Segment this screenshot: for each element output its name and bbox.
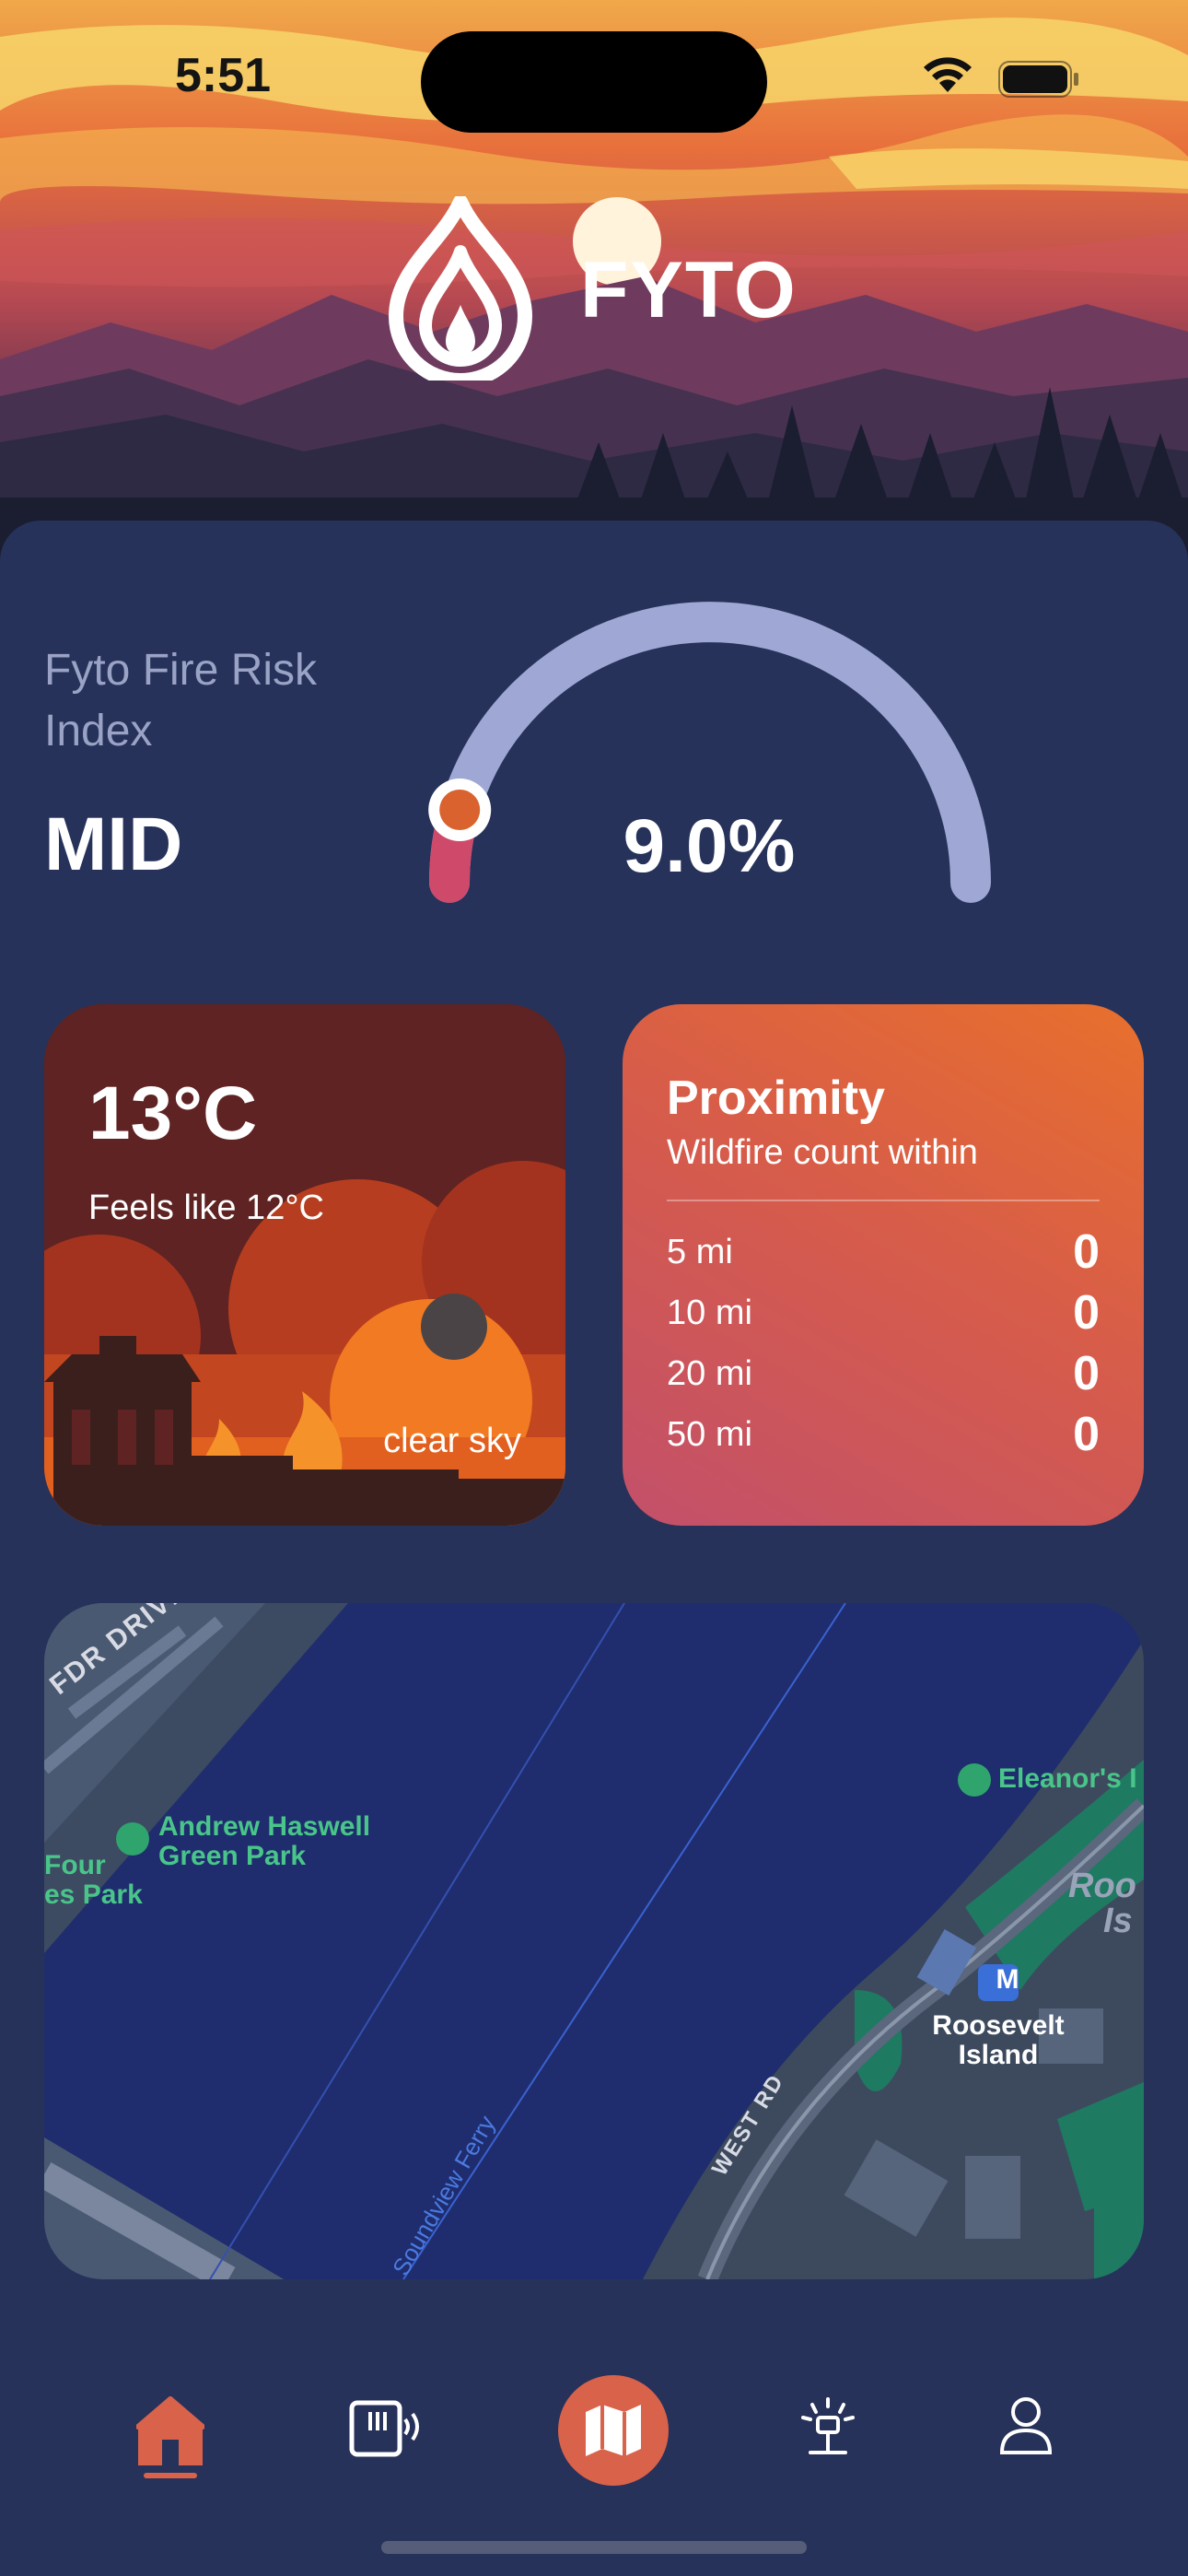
station-label-line2: Island [958,2040,1039,2070]
person-icon [999,2397,1053,2454]
gauge-indicator-dot [439,790,481,830]
proximity-row: 20 mi 0 [667,1343,1100,1404]
wildfire-count: 0 [1073,1225,1100,1279]
park-label-line2: Green Park [158,1841,307,1871]
proximity-subtitle: Wildfire count within [667,1133,978,1172]
weather-card[interactable]: 13°C Feels like 12°C clear sky [44,1004,565,1526]
proximity-row: 5 mi 0 [667,1222,1100,1282]
tab-sprinkler[interactable] [796,2395,860,2465]
proximity-row: 10 mi 0 [667,1282,1100,1343]
weather-description: clear sky [383,1422,521,1460]
area-label-line2: Is [1103,1902,1133,1940]
divider [667,1200,1100,1201]
distance-label: 5 mi [667,1232,733,1271]
tab-home[interactable] [135,2395,205,2483]
sprinkler-icon [801,2397,855,2454]
distance-label: 50 mi [667,1414,752,1454]
hero-banner: 5:51 FYTO [0,0,1188,590]
wildfire-count: 0 [1073,1286,1100,1340]
tab-sensor[interactable] [348,2395,424,2465]
risk-percentage: 9.0% [623,804,796,888]
map-view[interactable]: FDR DRIVE N Andrew Haswell Green Park Fo… [44,1603,1144,2279]
dynamic-island [421,31,767,133]
distance-label: 10 mi [667,1293,752,1332]
park-label: Andrew Haswell [158,1811,371,1842]
sensor-device-icon [349,2400,419,2457]
park-label-partial: Four [44,1850,106,1880]
wildfire-count: 0 [1073,1347,1100,1400]
proximity-title: Proximity [667,1071,885,1125]
brand-header: FYTO [387,193,798,388]
tab-map[interactable] [558,2375,669,2490]
tab-profile[interactable] [998,2395,1054,2461]
poi-label: Eleanor's I [998,1763,1137,1794]
park-label-partial-line2: es Park [44,1879,143,1910]
wifi-icon [921,55,974,99]
battery-icon [998,61,1081,102]
proximity-row: 50 mi 0 [667,1404,1100,1465]
station-label: Roosevelt [932,2010,1065,2041]
tab-bar [0,2359,1188,2506]
map-tiles [44,1603,1144,2279]
map-icon [558,2375,669,2486]
wildfire-count: 0 [1073,1408,1100,1461]
home-indicator [381,2541,807,2554]
app-name: FYTO [580,245,798,334]
risk-level: MID [44,802,183,886]
status-time: 5:51 [175,49,272,102]
home-icon [135,2396,205,2478]
proximity-card[interactable]: Proximity Wildfire count within 5 mi 0 1… [623,1004,1144,1526]
area-label: Roo [1068,1867,1136,1905]
feels-like: Feels like 12°C [88,1188,324,1227]
flame-logo-icon [387,193,534,388]
metro-icon: M [996,1964,1019,1995]
risk-index-label: Fyto Fire Risk Index [44,646,318,755]
temperature: 13°C [88,1071,258,1155]
distance-label: 20 mi [667,1353,752,1393]
